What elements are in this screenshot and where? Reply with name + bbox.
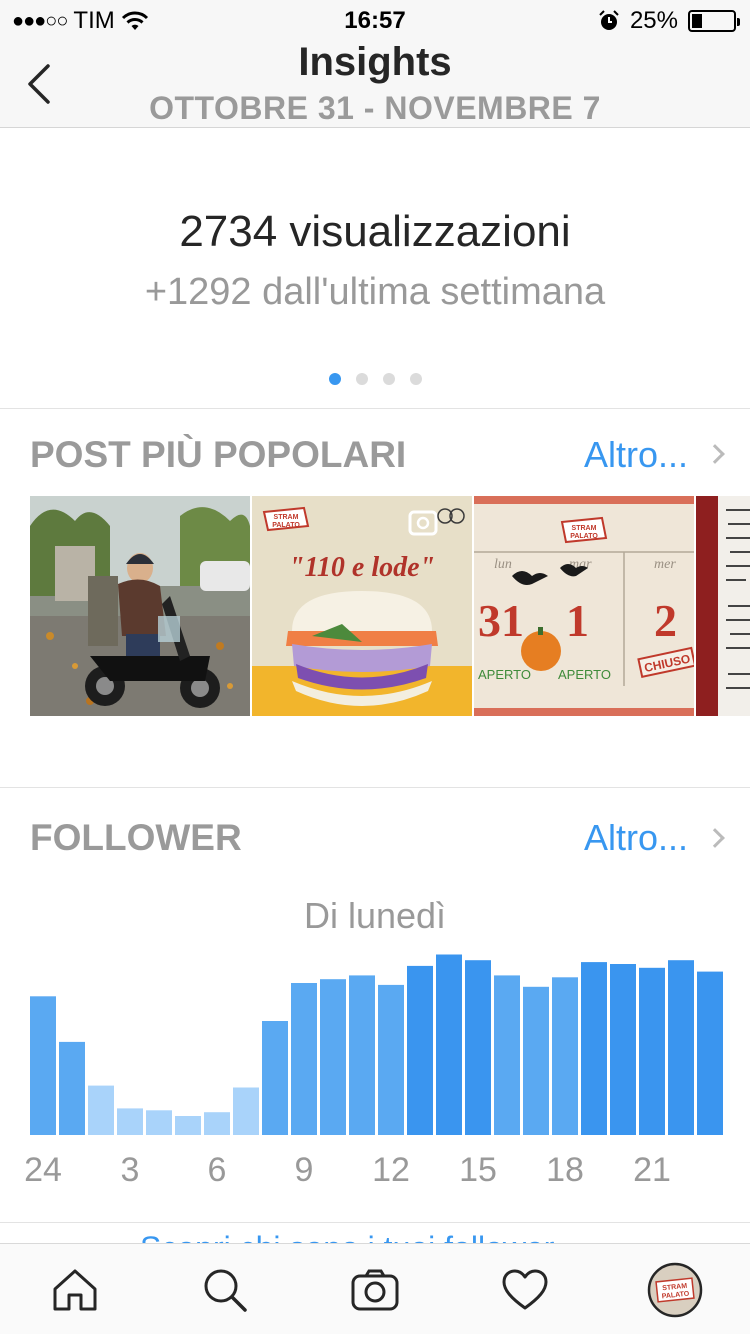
tab-home[interactable]	[35, 1244, 115, 1334]
alarm-icon	[599, 10, 619, 30]
battery-level	[692, 14, 702, 28]
chart-bar[interactable]	[349, 975, 375, 1135]
camera-icon	[351, 1269, 399, 1310]
chart-bar[interactable]	[59, 1041, 85, 1135]
chart-bar[interactable]	[436, 954, 462, 1136]
svg-text:STRAM: STRAM	[572, 525, 597, 532]
popular-posts-title: POST PIÙ POPOLARI	[30, 434, 407, 475]
post-thumbnail-note[interactable]	[696, 496, 750, 716]
chart-tick-label: 12	[372, 1151, 410, 1189]
chart-bar[interactable]	[30, 996, 56, 1135]
svg-text:STRAM: STRAM	[274, 514, 299, 521]
chart-bar[interactable]	[117, 1108, 143, 1135]
calendar-day-2-number: 1	[566, 595, 589, 646]
status-right: 25%	[598, 7, 740, 35]
chart-bar[interactable]	[175, 1116, 201, 1135]
views-change: +1292 dall'ultima settimana	[144, 271, 606, 313]
chart-bar[interactable]	[581, 962, 607, 1135]
calendar-day-1-weekday: lun	[494, 557, 512, 572]
date-range: OTTOBRE 31 - NOVEMBRE 7	[149, 90, 601, 126]
page-dot[interactable]	[382, 373, 395, 385]
page-dot[interactable]	[355, 373, 368, 385]
chart-tick-label: 15	[459, 1151, 497, 1189]
post-thumbnail-burger[interactable]: STRAM PALATO "110 e lode"	[252, 496, 472, 716]
tab-profile[interactable]: STRAM PALATO	[635, 1244, 715, 1334]
burger-photo: STRAM PALATO "110 e lode"	[252, 496, 472, 716]
chart-bar[interactable]	[88, 1085, 114, 1135]
chart-bar[interactable]	[262, 1021, 288, 1135]
chart-bar[interactable]	[291, 983, 317, 1135]
note-photo	[696, 496, 750, 716]
chart-tick-label: 3	[121, 1151, 140, 1189]
chart-tick-label: 9	[295, 1151, 314, 1189]
chart-bar[interactable]	[697, 971, 723, 1135]
search-icon	[204, 1269, 247, 1312]
profile-avatar: STRAM PALATO	[647, 1262, 703, 1317]
chart-bar[interactable]	[378, 984, 404, 1135]
page-title: Insights	[298, 40, 452, 84]
calendar-day-2-status: APERTO	[558, 667, 611, 682]
svg-text:PALATO: PALATO	[570, 533, 598, 540]
chart-bar[interactable]	[233, 1087, 259, 1136]
calendar-day-1-number: 31	[478, 595, 524, 646]
calendar-day-1-status: APERTO	[478, 667, 531, 682]
battery-icon	[688, 10, 740, 32]
chart-bar[interactable]	[610, 964, 636, 1135]
chart-bar[interactable]	[407, 965, 433, 1135]
scooter-photo	[30, 496, 250, 716]
views-summary[interactable]: 2734 visualizzazioni +1292 dall'ultima s…	[0, 129, 750, 409]
tab-bar: STRAM PALATO	[0, 1243, 750, 1334]
popular-posts-section: POST PIÙ POPOLARI Altro... STRAM PALATO …	[0, 410, 750, 788]
tab-search[interactable]	[185, 1244, 265, 1334]
heart-icon	[502, 1269, 548, 1309]
views-count: 2734 visualizzazioni	[179, 207, 571, 256]
battery-percent: 25%	[629, 7, 678, 34]
chart-tick-label: 18	[546, 1151, 584, 1189]
tab-camera[interactable]	[335, 1244, 415, 1334]
status-bar: ●●●○○ TIM 16:57 25%	[0, 0, 750, 40]
calendar-photo: STRAM PALATO lun mar mer 31 1 2 APERTO A…	[474, 496, 694, 716]
tab-activity[interactable]	[485, 1244, 565, 1334]
chart-bar[interactable]	[494, 975, 520, 1135]
chart-bar[interactable]	[523, 986, 549, 1135]
svg-text:PALATO: PALATO	[272, 522, 300, 529]
post-thumbnail-scooter[interactable]	[30, 496, 250, 716]
chart-bar[interactable]	[639, 967, 665, 1135]
chart-bar[interactable]	[552, 977, 578, 1135]
next-row-peek: Scopri chi sono i tuoi follower	[140, 1222, 620, 1243]
follower-bar-chart[interactable]: 24 3 6 9 12 15 18 21	[0, 789, 750, 1223]
post-thumbnail-calendar[interactable]: STRAM PALATO lun mar mer 31 1 2 APERTO A…	[474, 496, 694, 716]
nav-header: Insights OTTOBRE 31 - NOVEMBRE 7	[0, 40, 750, 128]
chart-bar[interactable]	[146, 1110, 172, 1135]
chart-bar[interactable]	[320, 979, 346, 1135]
chart-tick-label: 6	[208, 1151, 227, 1189]
page-dot[interactable]	[328, 373, 341, 385]
chevron-right-icon[interactable]	[705, 444, 725, 464]
burger-caption: "110 e lode"	[289, 552, 435, 583]
chart-tick-label: 24	[24, 1151, 62, 1189]
chart-bar[interactable]	[204, 1112, 230, 1135]
calendar-day-3-weekday: mer	[654, 557, 676, 572]
popular-posts-strip[interactable]: STRAM PALATO "110 e lode" STRAM PALATO l…	[30, 496, 750, 716]
next-row-link[interactable]: Scopri chi sono i tuoi follower	[140, 1230, 554, 1243]
pumpkin-icon	[521, 631, 561, 671]
calendar-day-3-number: 2	[654, 595, 677, 646]
home-icon	[53, 1269, 97, 1310]
chart-bar[interactable]	[668, 960, 694, 1135]
page-indicator[interactable]	[0, 373, 750, 385]
chart-tick-label: 21	[633, 1151, 671, 1189]
popular-posts-more-link[interactable]: Altro...	[584, 434, 688, 476]
page-dot[interactable]	[409, 373, 422, 385]
follower-section: FOLLOWER Altro... Di lunedì 24 3 6 9 12 15 18 2…	[0, 789, 750, 1223]
chart-bar[interactable]	[465, 960, 491, 1135]
